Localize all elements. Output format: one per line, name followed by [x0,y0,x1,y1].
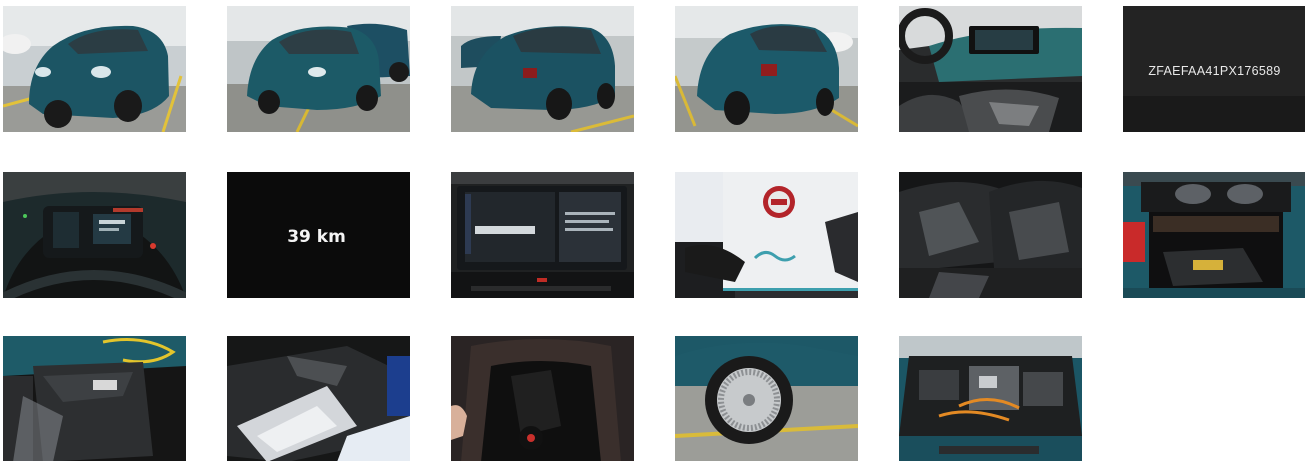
photo-thumbnail-infotainment-screen[interactable] [451,172,634,298]
photo-thumbnail-odometer-display[interactable]: 39 km [227,172,410,298]
car-photo-image [227,336,410,461]
odometer-photo-image [227,172,410,298]
photo-thumbnail-wheel-rim[interactable] [675,336,858,461]
photo-thumbnail-instrument-cluster[interactable] [3,172,186,298]
photo-thumbnail-dashboard-interior[interactable] [899,6,1082,132]
car-photo-image [899,172,1082,298]
car-photo-image [899,336,1082,461]
photo-thumbnail-rear-seats-wrapped[interactable] [899,172,1082,298]
photo-thumbnail-charging-cable-bag[interactable] [3,336,186,461]
car-photo-image [675,336,858,461]
photo-thumbnail-rear-left-exterior[interactable] [451,6,634,132]
photo-thumbnail-trunk-storage-bag[interactable] [451,336,634,461]
photo-thumbnail-rear-exterior[interactable] [675,6,858,132]
car-photo-image [451,172,634,298]
car-photo-image [675,172,858,298]
photo-thumbnail-owner-manual[interactable] [675,172,858,298]
photo-thumbnail-engine-bay[interactable] [899,336,1082,461]
photo-thumbnail-trunk-open[interactable] [1123,172,1305,298]
vin-plate-photo-image [1123,6,1305,132]
car-photo-image [227,6,410,132]
car-photo-image [3,336,186,461]
photo-thumbnail-vin-plate[interactable]: ZFAEFAA41PX176589 [1123,6,1305,132]
photo-thumbnail-wrapped-parts[interactable] [227,336,410,461]
car-photo-image [3,172,186,298]
car-photo-image [451,6,634,132]
photo-thumbnail-front-exterior[interactable] [227,6,410,132]
car-photo-image [899,6,1082,132]
photo-gallery: ZFAEFAA41PX176589 39 km [0,0,1305,461]
car-photo-image [3,6,186,132]
car-photo-image [675,6,858,132]
car-photo-image [1123,172,1305,298]
photo-thumbnail-front-left-exterior[interactable] [3,6,186,132]
car-photo-image [451,336,634,461]
